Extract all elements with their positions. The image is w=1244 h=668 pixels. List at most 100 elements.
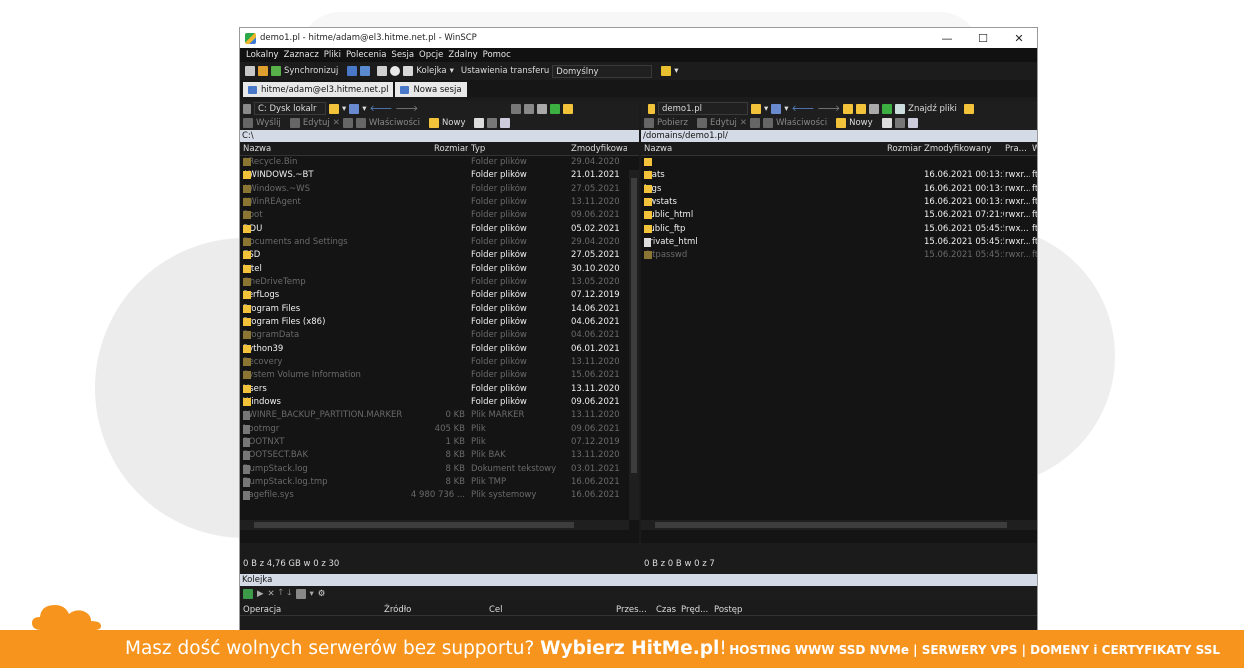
local-horizontal-scrollbar[interactable] bbox=[240, 520, 629, 530]
file-row[interactable]: Boot Folder plików 09.06.2021 bbox=[240, 209, 639, 222]
invert-selection-icon[interactable] bbox=[907, 118, 918, 128]
file-row[interactable]: Program Files Folder plików 14.06.2021 bbox=[240, 303, 639, 316]
transfer-preset-icon[interactable] bbox=[661, 66, 672, 76]
refresh-icon[interactable] bbox=[550, 103, 561, 114]
file-row[interactable]: Windows Folder plików 09.06.2021 bbox=[240, 396, 639, 409]
col-target[interactable]: Cel bbox=[489, 605, 503, 615]
chevron-down-icon[interactable]: ▾ bbox=[450, 66, 454, 76]
file-row[interactable]: System Volume Information Folder plików 15… bbox=[240, 369, 639, 382]
banner-text-bold[interactable]: Wybierz HitMe.pl bbox=[540, 638, 719, 659]
close-button[interactable]: ✕ bbox=[1001, 32, 1037, 45]
chevron-down-icon[interactable]: ▾ bbox=[310, 589, 314, 599]
menu-pomoc[interactable]: Pomoc bbox=[483, 50, 511, 60]
root-dir-icon[interactable] bbox=[856, 103, 867, 114]
file-row[interactable]: DumpStack.log.tmp 8 KB Plik TMP 16.06.2021 bbox=[240, 476, 639, 489]
file-row[interactable]: DumpStack.log 8 KB Dokument tekstowy 03.01.… bbox=[240, 463, 639, 476]
home-icon[interactable] bbox=[869, 103, 880, 114]
find-files-button[interactable]: Znajdź pliki bbox=[908, 104, 957, 114]
file-row[interactable]: ProgramData Folder plików 04.06.2021 bbox=[240, 329, 639, 342]
file-row[interactable]: public_ftp 15.06.2021 05:45:58rwx...ft bbox=[641, 223, 1037, 236]
filter-icon[interactable] bbox=[771, 103, 782, 114]
menu-pliki[interactable]: Pliki bbox=[324, 50, 341, 60]
file-row[interactable]: public_html 15.06.2021 07:21:09rwxr...ft bbox=[641, 209, 1037, 222]
chevron-down-icon[interactable]: ▾ bbox=[362, 104, 366, 114]
menu-lokalny[interactable]: Lokalny bbox=[246, 50, 279, 60]
file-row[interactable]: PerfLogs Folder plików 07.12.2019 bbox=[240, 289, 639, 302]
filter-icon[interactable] bbox=[349, 103, 360, 114]
file-row[interactable]: $WINRE_BACKUP_PARTITION.MARKER 0 KB Plik M… bbox=[240, 409, 639, 422]
new-button[interactable]: Nowy bbox=[442, 118, 466, 128]
move-down-icon[interactable]: 🡓 bbox=[287, 587, 291, 601]
file-row[interactable]: $Recycle.Bin Folder plików 29.04.2020 bbox=[240, 156, 639, 169]
menu-sesja[interactable]: Sesja bbox=[391, 50, 414, 60]
chevron-down-icon[interactable]: ▾ bbox=[764, 104, 768, 114]
file-row[interactable]: $Windows.~WS Folder plików 27.05.2021 bbox=[240, 183, 639, 196]
close-icon[interactable]: ✕ bbox=[268, 589, 275, 599]
properties-button[interactable]: Właściwości bbox=[776, 118, 827, 128]
invert-selection-icon[interactable] bbox=[500, 118, 511, 128]
find-icon[interactable] bbox=[563, 103, 574, 114]
menu-polecenia[interactable]: Polecenia bbox=[346, 50, 386, 60]
terminal-icon[interactable] bbox=[377, 66, 388, 76]
file-row[interactable]: .. bbox=[641, 156, 1037, 169]
transfer-settings-select[interactable]: Domyślny bbox=[552, 64, 653, 78]
deselect-icon[interactable] bbox=[894, 118, 905, 128]
col-time[interactable]: Czas bbox=[656, 605, 676, 615]
download-button[interactable]: Pobierz bbox=[657, 118, 688, 128]
minimize-button[interactable]: — bbox=[929, 32, 965, 45]
file-row[interactable]: Intel Folder plików 30.10.2020 bbox=[240, 263, 639, 276]
tab-new-session[interactable]: Nowa sesja bbox=[395, 82, 467, 97]
col-rights[interactable]: Pra... bbox=[1005, 144, 1027, 154]
chevron-down-icon[interactable]: ▾ bbox=[674, 66, 678, 76]
file-row[interactable]: .htpasswd 15.06.2021 05:45:58rwxr...ft bbox=[641, 249, 1037, 262]
bookmark-icon[interactable] bbox=[963, 103, 974, 114]
back-arrow-icon[interactable]: 🡐 bbox=[370, 104, 393, 114]
col-name[interactable]: Nazwa bbox=[243, 144, 271, 154]
select-all-icon[interactable] bbox=[881, 118, 892, 128]
rename-icon[interactable] bbox=[749, 118, 760, 128]
file-row[interactable]: Users Folder plików 13.11.2020 bbox=[240, 383, 639, 396]
file-row[interactable]: BOOTSECT.BAK 8 KB Plik BAK 13.11.2020 bbox=[240, 449, 639, 462]
synchronize-button[interactable]: Synchronizuj bbox=[284, 66, 338, 76]
file-row[interactable]: stats 16.06.2021 00:13:11rwxr...ft bbox=[641, 169, 1037, 182]
file-row[interactable]: Recovery Folder plików 13.11.2020 bbox=[240, 356, 639, 369]
file-row[interactable]: Documents and Settings Folder plików 29.04… bbox=[240, 236, 639, 249]
col-type[interactable]: Typ bbox=[471, 144, 485, 154]
remote-horizontal-scrollbar[interactable] bbox=[641, 520, 1037, 530]
forward-arrow-icon[interactable]: 🡒 bbox=[395, 104, 418, 114]
queue-go-icon[interactable] bbox=[243, 589, 253, 599]
compare-dirs-icon[interactable] bbox=[245, 66, 255, 76]
putty-icon[interactable] bbox=[360, 66, 371, 76]
tab-session-hitme[interactable]: hitme/adam@el3.hitme.net.pl bbox=[243, 82, 394, 97]
forward-arrow-icon[interactable]: 🡒 bbox=[817, 104, 840, 114]
file-row[interactable]: BOOTNXT 1 KB Plik 07.12.2019 bbox=[240, 436, 639, 449]
col-transferred[interactable]: Przes... bbox=[616, 605, 647, 615]
console-icon[interactable] bbox=[347, 66, 358, 76]
queue-button[interactable]: Kolejka bbox=[416, 66, 446, 76]
delete-icon[interactable]: ✕ bbox=[740, 118, 747, 128]
col-modified[interactable]: Zmodyfikowa bbox=[571, 144, 627, 154]
col-modified[interactable]: Zmodyfikowany bbox=[924, 144, 991, 154]
col-progress[interactable]: Postęp bbox=[714, 605, 742, 615]
chevron-down-icon[interactable]: ▾ bbox=[342, 104, 346, 114]
file-row[interactable]: awstats 16.06.2021 00:13:11rwxr...ft bbox=[641, 196, 1037, 209]
file-row[interactable]: Python39 Folder plików 06.01.2021 bbox=[240, 343, 639, 356]
edit-button[interactable]: Edytuj bbox=[303, 118, 330, 128]
local-path-bar[interactable]: C:\ bbox=[240, 130, 639, 142]
folder-open-icon[interactable] bbox=[751, 103, 761, 114]
refresh-icon[interactable] bbox=[882, 103, 893, 114]
maximize-button[interactable]: ☐ bbox=[965, 32, 1001, 45]
file-row[interactable]: logs 16.06.2021 00:13:11rwxr...ft bbox=[641, 183, 1037, 196]
home-icon[interactable] bbox=[537, 103, 548, 114]
remote-dir-select[interactable]: demo1.pl bbox=[658, 102, 748, 115]
synchronize-icon[interactable] bbox=[271, 66, 281, 76]
menu-zaznacz[interactable]: Zaznacz bbox=[284, 50, 319, 60]
file-row[interactable]: $WinREAgent Folder plików 13.11.2020 bbox=[240, 196, 639, 209]
col-owner[interactable]: W bbox=[1032, 144, 1037, 154]
file-row[interactable]: pagefile.sys 4 980 736 ... Plik systemowy 1… bbox=[240, 489, 639, 502]
file-row[interactable]: $WINDOWS.~BT Folder plików 21.01.2021 bbox=[240, 169, 639, 182]
col-size[interactable]: Rozmiar bbox=[887, 144, 922, 154]
file-row[interactable]: Program Files (x86) Folder plików 04.06.20… bbox=[240, 316, 639, 329]
file-row[interactable]: bootmgr 405 KB Plik 09.06.2021 bbox=[240, 423, 639, 436]
parent-dir-icon[interactable] bbox=[843, 103, 854, 114]
